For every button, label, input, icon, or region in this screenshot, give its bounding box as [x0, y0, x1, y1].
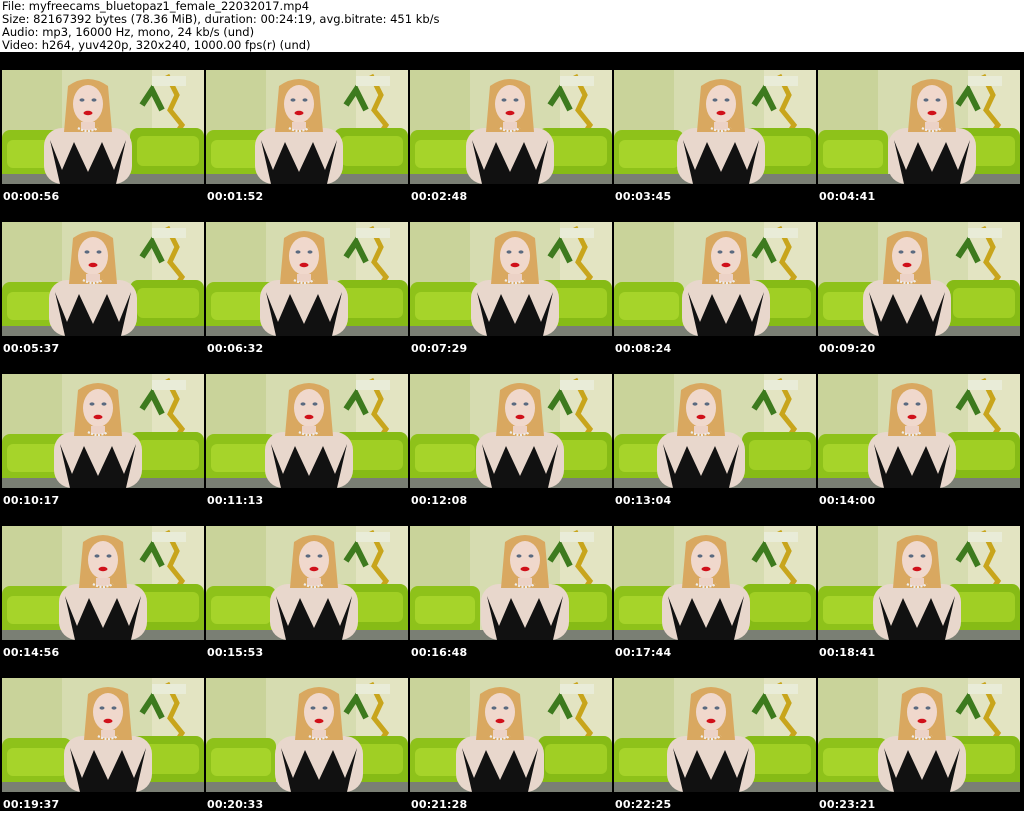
thumbnail-frame: 00:18:41	[818, 526, 1022, 678]
thumbnail-frame: 00:20:33	[206, 678, 410, 830]
frame-timestamp: 00:07:29	[411, 342, 468, 355]
thumbnail-frame: 00:02:48	[410, 70, 614, 222]
thumbnail-frame: 00:15:53	[206, 526, 410, 678]
frame-timestamp: 00:08:24	[615, 342, 672, 355]
thumbnail-frame: 00:19:37	[2, 678, 206, 830]
frame-image	[2, 222, 204, 336]
frame-timestamp: 00:20:33	[207, 798, 264, 811]
frame-timestamp: 00:11:13	[207, 494, 264, 507]
thumbnail-frame: 00:23:21	[818, 678, 1022, 830]
frame-timestamp: 00:13:04	[615, 494, 672, 507]
frame-image	[410, 222, 612, 336]
frame-timestamp: 00:01:52	[207, 190, 264, 203]
frame-image	[614, 70, 816, 184]
thumbnail-frame: 00:07:29	[410, 222, 614, 374]
thumbnail-frame: 00:21:28	[410, 678, 614, 830]
frame-image	[206, 678, 408, 792]
file-info-header: File: myfreecams_bluetopaz1_female_22032…	[0, 0, 1024, 52]
frame-timestamp: 00:22:25	[615, 798, 672, 811]
frame-image	[2, 374, 204, 488]
frame-timestamp: 00:19:37	[3, 798, 60, 811]
frame-image	[410, 526, 612, 640]
frame-image	[206, 222, 408, 336]
frame-timestamp: 00:15:53	[207, 646, 264, 659]
thumbnail-frame: 00:17:44	[614, 526, 818, 678]
frame-image	[2, 70, 204, 184]
frame-timestamp: 00:17:44	[615, 646, 672, 659]
video-info-line: Video: h264, yuv420p, 320x240, 1000.00 f…	[2, 38, 311, 52]
frame-timestamp: 00:09:20	[819, 342, 876, 355]
frame-timestamp: 00:02:48	[411, 190, 468, 203]
thumbnail-frame: 00:14:56	[2, 526, 206, 678]
thumbnail-grid: 00:00:56 00:01:52 00:02:48 00:03:45 00:0…	[2, 70, 1022, 830]
frame-timestamp: 00:18:41	[819, 646, 876, 659]
frame-timestamp: 00:00:56	[3, 190, 60, 203]
frame-timestamp: 00:03:45	[615, 190, 672, 203]
frame-timestamp: 00:06:32	[207, 342, 264, 355]
frame-image	[206, 374, 408, 488]
thumbnail-frame: 00:12:08	[410, 374, 614, 526]
thumbnail-frame: 00:09:20	[818, 222, 1022, 374]
frame-timestamp: 00:04:41	[819, 190, 876, 203]
frame-image	[818, 526, 1020, 640]
thumbnail-frame: 00:13:04	[614, 374, 818, 526]
frame-image	[818, 222, 1020, 336]
frame-timestamp: 00:10:17	[3, 494, 60, 507]
thumbnail-frame: 00:11:13	[206, 374, 410, 526]
thumbnail-frame: 00:00:56	[2, 70, 206, 222]
thumbnail-frame: 00:01:52	[206, 70, 410, 222]
frame-timestamp: 00:12:08	[411, 494, 468, 507]
frame-image	[614, 678, 816, 792]
frame-image	[410, 678, 612, 792]
frame-image	[614, 222, 816, 336]
thumbnail-frame: 00:05:37	[2, 222, 206, 374]
thumbnail-frame: 00:03:45	[614, 70, 818, 222]
frame-image	[818, 678, 1020, 792]
frame-image	[818, 70, 1020, 184]
frame-timestamp: 00:16:48	[411, 646, 468, 659]
thumbnail-frame: 00:22:25	[614, 678, 818, 830]
frame-image	[2, 678, 204, 792]
frame-image	[818, 374, 1020, 488]
frame-image	[206, 70, 408, 184]
thumbnail-frame: 00:14:00	[818, 374, 1022, 526]
frame-image	[614, 374, 816, 488]
thumbnail-frame: 00:10:17	[2, 374, 206, 526]
frame-image	[410, 374, 612, 488]
thumbnail-frame: 00:16:48	[410, 526, 614, 678]
frame-timestamp: 00:14:56	[3, 646, 60, 659]
frame-timestamp: 00:05:37	[3, 342, 60, 355]
frame-image	[2, 526, 204, 640]
frame-image	[206, 526, 408, 640]
frame-timestamp: 00:23:21	[819, 798, 876, 811]
frame-timestamp: 00:14:00	[819, 494, 876, 507]
frame-image	[410, 70, 612, 184]
thumbnail-frame: 00:08:24	[614, 222, 818, 374]
thumbnail-frame: 00:06:32	[206, 222, 410, 374]
frame-image	[614, 526, 816, 640]
frame-timestamp: 00:21:28	[411, 798, 468, 811]
thumbnail-sheet: 00:00:56 00:01:52 00:02:48 00:03:45 00:0…	[0, 52, 1024, 811]
thumbnail-frame: 00:04:41	[818, 70, 1022, 222]
